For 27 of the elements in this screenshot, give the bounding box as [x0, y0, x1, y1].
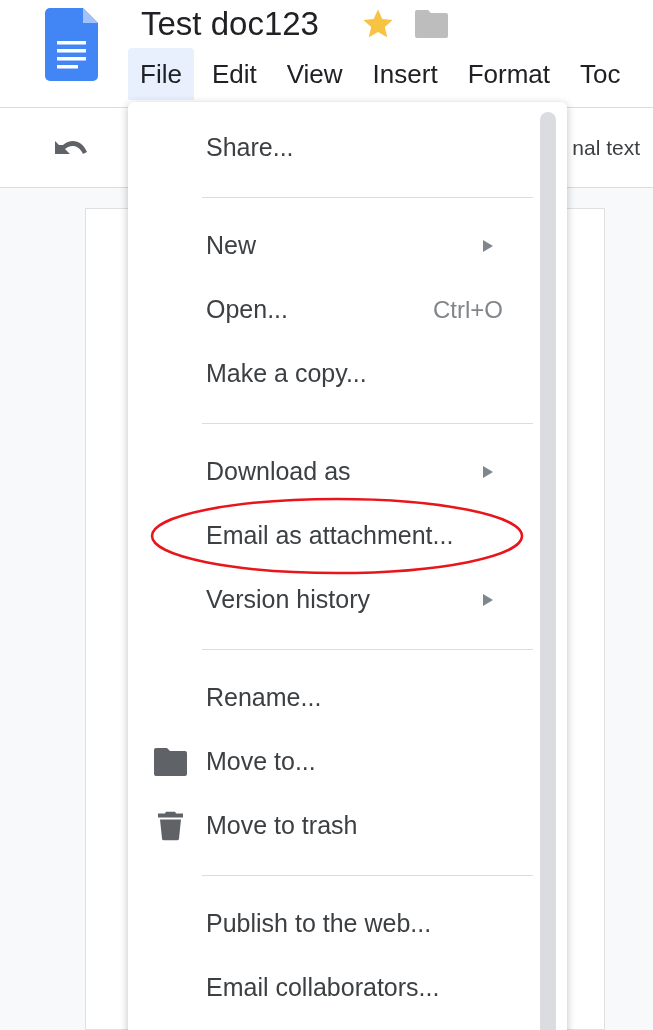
- menu-bar-item[interactable]: Insert: [360, 48, 450, 100]
- menu-item[interactable]: Make a copy...: [128, 342, 567, 406]
- menu-item[interactable]: Email as attachment...: [128, 504, 567, 568]
- document-title[interactable]: Test doc123: [141, 0, 319, 49]
- shortcut-text: Ctrl+O: [433, 295, 503, 325]
- menu-item[interactable]: Open... Ctrl+O: [128, 278, 567, 342]
- menu-item[interactable]: Email collaborators...: [128, 956, 567, 1020]
- menu-item[interactable]: Move to trash: [128, 794, 567, 858]
- menu-bar-item[interactable]: Toc: [568, 48, 633, 100]
- menu-item[interactable]: New: [128, 214, 567, 278]
- folder-icon: [154, 748, 187, 776]
- menu-item[interactable]: Rename...: [128, 666, 567, 730]
- menu-item[interactable]: Publish to the web...: [128, 892, 567, 956]
- menu-bar-item[interactable]: View: [274, 48, 355, 100]
- menu-item[interactable]: Download as: [128, 440, 567, 504]
- menu-bar-item[interactable]: Format: [455, 48, 562, 100]
- document-logo-icon[interactable]: [45, 8, 98, 81]
- menu-item[interactable]: Version history: [128, 568, 567, 632]
- folder-icon[interactable]: [414, 10, 448, 38]
- menu-item[interactable]: Move to...: [128, 730, 567, 794]
- undo-icon[interactable]: [54, 138, 88, 157]
- scrollbar-thumb[interactable]: [540, 112, 556, 1030]
- menu-item[interactable]: Share...: [128, 116, 567, 180]
- trash-icon: [158, 811, 183, 841]
- menu-bar-item[interactable]: Edit: [199, 48, 269, 100]
- style-dropdown-text[interactable]: nal text: [572, 131, 640, 164]
- menu-bar-item[interactable]: File: [128, 48, 194, 100]
